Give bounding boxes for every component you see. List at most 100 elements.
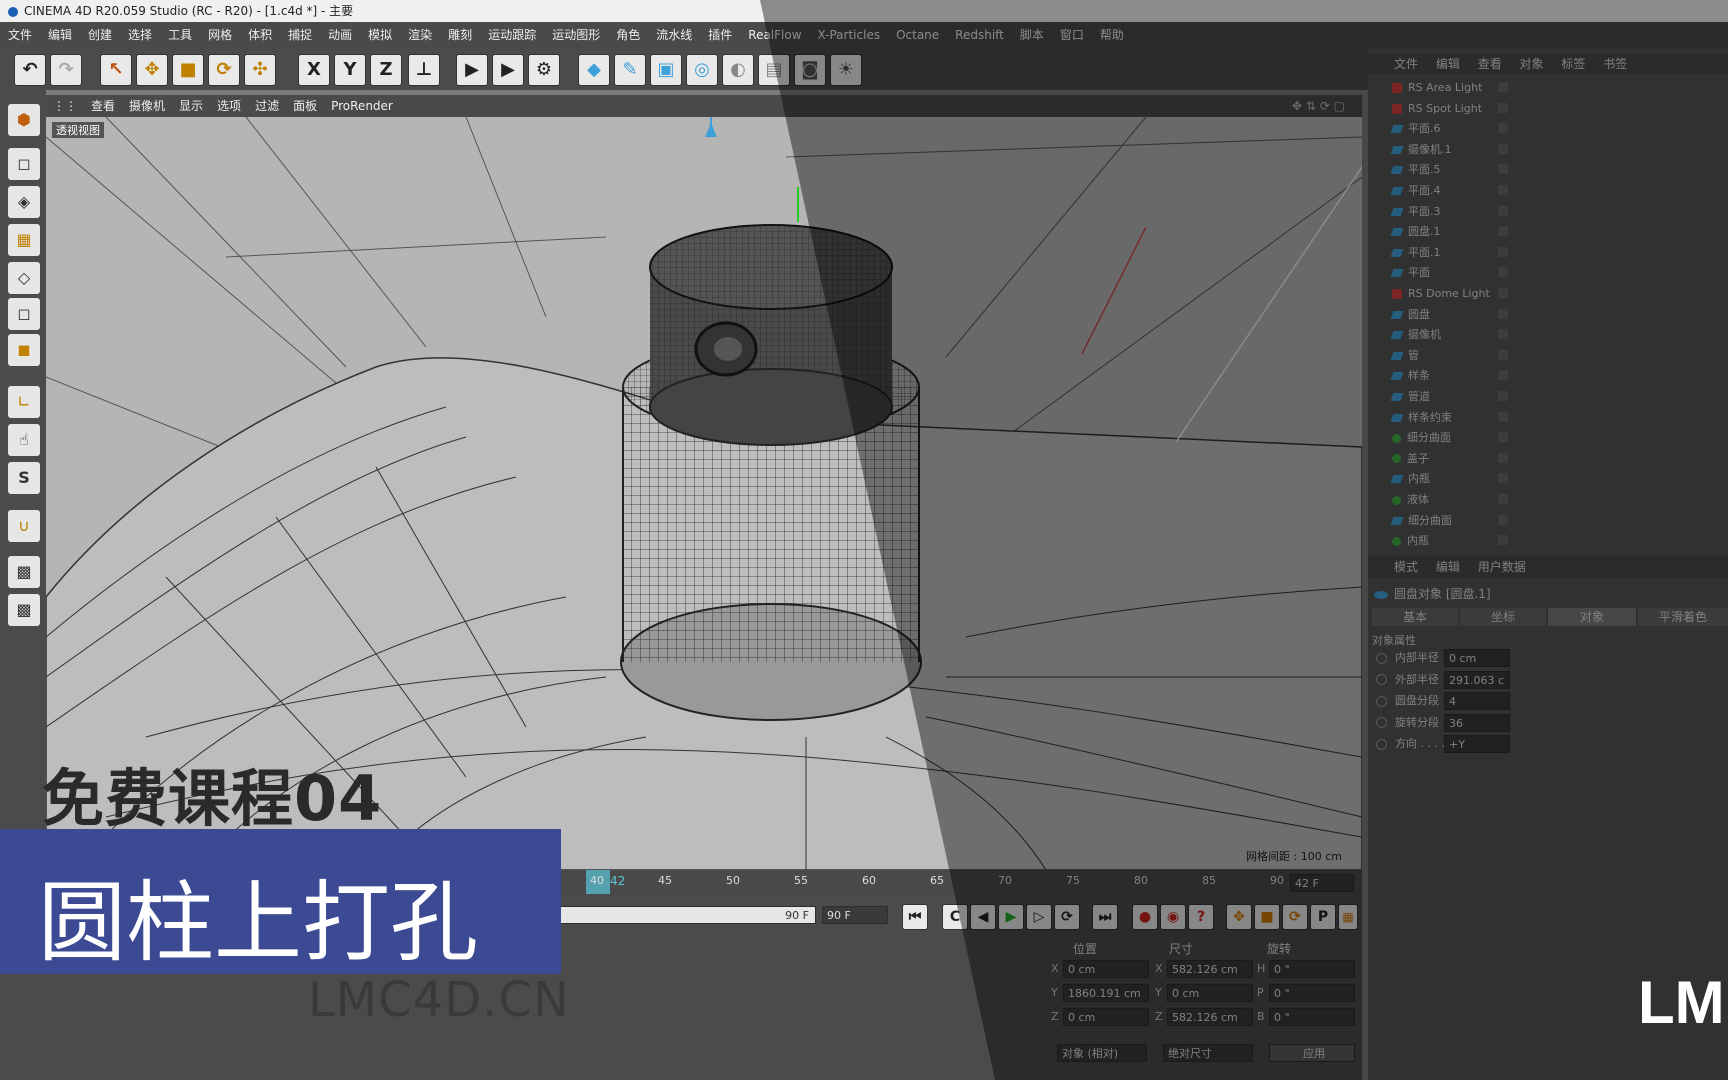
loop-icon[interactable]: ⟳ [1054,904,1080,930]
key-pla-icon[interactable]: ▦ [1338,904,1358,930]
goto-start-icon[interactable]: ⏮ [902,904,928,930]
pen-icon[interactable]: ✎ [614,54,646,86]
attr-value-field[interactable]: 291.063 c [1444,670,1510,689]
object-row[interactable]: 内瓶 [1368,469,1728,489]
menu-item[interactable]: Redshift [947,22,1012,48]
select-arrow-icon[interactable]: ↖ [100,54,132,86]
object-row[interactable]: 平面.4 [1368,181,1728,201]
tab-phong[interactable]: 平滑着色(Phong) [1638,608,1728,626]
om-menu-item[interactable]: 标签 [1561,57,1585,71]
attr-value-field[interactable]: 0 cm [1444,649,1510,667]
play-icon[interactable]: ▶ [998,904,1024,930]
visibility-toggle[interactable] [1498,473,1508,484]
lock-workplane-icon[interactable]: ▩ [8,556,40,588]
visibility-toggle[interactable] [1498,288,1508,298]
rotate-icon[interactable]: ⟳ [208,54,240,86]
menu-item[interactable]: 帮助 [1092,22,1132,48]
visibility-toggle[interactable] [1498,391,1508,401]
polygons-mode-icon[interactable]: ◼ [8,334,40,366]
render-view-icon[interactable]: ▶ [456,54,488,86]
object-row[interactable]: 平面.5 [1368,160,1728,180]
key-scale-icon[interactable]: ■ [1254,904,1280,930]
position-field[interactable]: 0 cm [1063,960,1149,978]
y-axis-icon[interactable]: Y [334,54,366,86]
edges-mode-icon[interactable]: ◻ [8,298,40,330]
visibility-toggle[interactable] [1498,246,1508,257]
menu-item[interactable]: 体积 [240,22,280,48]
object-row[interactable]: 样条约束 [1368,408,1728,428]
menu-item[interactable]: X-Particles [810,22,889,48]
menu-item[interactable]: 网格 [200,22,240,48]
menu-item[interactable]: Octane [888,22,947,48]
visibility-toggle[interactable] [1498,123,1508,134]
visibility-toggle[interactable] [1498,143,1508,154]
om-menu-item[interactable]: 对象 [1520,57,1544,71]
magnet-icon[interactable]: ∪ [8,510,40,542]
object-row[interactable]: 圆盘 [1368,305,1728,325]
visibility-toggle[interactable] [1498,411,1508,422]
object-row[interactable]: 盖子 [1368,449,1728,469]
attr-menu-item[interactable]: 编辑 [1436,560,1460,574]
visibility-toggle[interactable] [1498,370,1508,381]
texture-mode-icon[interactable]: ◈ [8,186,40,218]
points-mode-icon[interactable]: ◇ [8,262,40,294]
om-menu-item[interactable]: 书签 [1603,57,1627,71]
goto-end-icon[interactable]: ⏭ [1092,904,1118,930]
menu-item[interactable]: 渲染 [400,22,440,48]
visibility-toggle[interactable] [1498,349,1508,360]
undo-icon[interactable]: ↶ [14,54,46,86]
menu-item[interactable]: 工具 [160,22,200,48]
viewport-menu-item[interactable]: ProRender [324,95,400,117]
coord-mode-select[interactable]: 对象 (相对) [1057,1044,1147,1062]
key-rotation-icon[interactable]: ⟳ [1282,904,1308,930]
coord-size-select[interactable]: 绝对尺寸 [1163,1044,1253,1062]
visibility-toggle[interactable] [1498,267,1508,278]
size-field[interactable]: 582.126 cm [1167,1008,1253,1026]
object-row[interactable]: 平面.1 [1368,243,1728,263]
object-row[interactable]: 摄像机.1 [1368,140,1728,160]
tab-object[interactable]: 对象 [1548,608,1636,626]
tweak-mode-icon[interactable]: ☝ [8,424,40,456]
object-row[interactable]: 管 [1368,346,1728,366]
tab-coord[interactable]: 坐标 [1460,608,1546,626]
tab-basic[interactable]: 基本 [1372,608,1458,626]
prev-key-icon[interactable]: C [942,904,968,930]
camera-icon[interactable]: ◙ [794,54,826,86]
visibility-toggle[interactable] [1498,432,1508,443]
object-row[interactable]: RS Area Light [1368,78,1728,98]
axis-mode-icon[interactable]: ∟ [8,386,40,418]
viewport-menu-item[interactable]: 过滤 [248,95,286,117]
x-axis-icon[interactable]: X [298,54,330,86]
animate-toggle-icon[interactable] [1376,674,1387,685]
workplane-icon[interactable]: ▦ [8,224,40,256]
visibility-toggle[interactable] [1498,514,1508,525]
coordinate-system-icon[interactable]: ⊥ [408,54,440,86]
visibility-toggle[interactable] [1498,185,1508,195]
scale-icon[interactable]: ■ [172,54,204,86]
key-param-icon[interactable]: P [1310,904,1336,930]
render-picture-viewer-icon[interactable]: ▶ [492,54,524,86]
object-row[interactable]: 平面.6 [1368,119,1728,139]
visibility-toggle[interactable] [1498,535,1508,546]
menu-item[interactable]: 捕捉 [280,22,320,48]
menu-item[interactable]: 创建 [80,22,120,48]
menu-item[interactable]: RealFlow [740,22,809,48]
apply-button[interactable]: 应用 [1269,1044,1355,1062]
visibility-toggle[interactable] [1498,452,1508,463]
frame-field[interactable]: 42 F [1290,874,1354,892]
keyframe-help-icon[interactable]: ? [1188,904,1214,930]
render-settings-icon[interactable]: ⚙ [528,54,560,86]
viewport-menu-item[interactable]: 选项 [210,95,248,117]
rotation-field[interactable]: 0 ° [1269,984,1355,1002]
snap-icon[interactable]: S [8,462,40,494]
viewport-menu-item[interactable]: 查看 [84,95,122,117]
visibility-toggle[interactable] [1498,205,1508,216]
subdivision-icon[interactable]: ▣ [650,54,682,86]
end-frame-field[interactable]: 90 F [822,906,888,924]
autokey-icon[interactable]: ◉ [1160,904,1186,930]
position-field[interactable]: 0 cm [1063,1008,1149,1026]
visibility-toggle[interactable] [1498,102,1508,113]
om-menu-item[interactable]: 查看 [1478,57,1502,71]
menu-item[interactable]: 动画 [320,22,360,48]
rotation-field[interactable]: 0 ° [1269,960,1355,978]
